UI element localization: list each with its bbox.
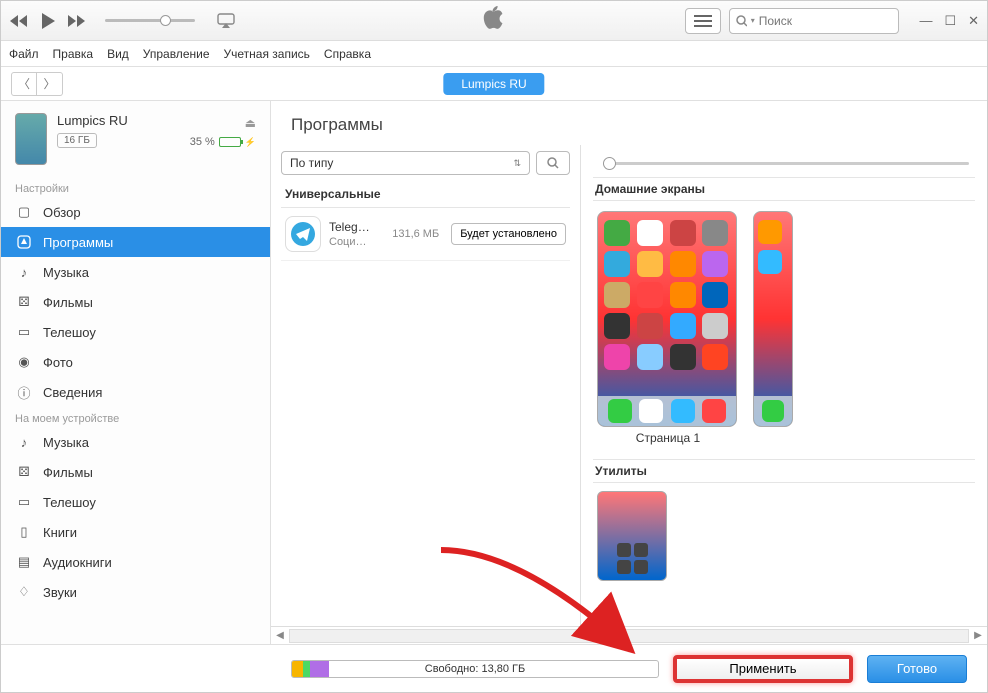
- airplay-icon[interactable]: [215, 10, 237, 32]
- apps-column: По типу ⇅ Универсальные Teleg… Соци… 131…: [271, 145, 581, 626]
- home-screens-header: Домашние экраны: [593, 177, 975, 201]
- film-icon: ⚄: [15, 463, 33, 481]
- menu-account[interactable]: Учетная запись: [224, 47, 310, 61]
- battery-icon: [219, 137, 241, 147]
- close-button[interactable]: ✕: [968, 13, 979, 29]
- footer: Свободно: 13,80 ГБ Применить Готово: [1, 644, 987, 692]
- search-icon: [736, 15, 746, 27]
- audiobook-icon: ▤: [15, 553, 33, 571]
- sidebar-item-movies[interactable]: ⚄Фильмы: [1, 287, 270, 317]
- updown-icon: ⇅: [513, 158, 521, 169]
- done-button[interactable]: Готово: [867, 655, 967, 683]
- music-icon: ♪: [15, 263, 33, 281]
- device-icon: ▢: [15, 203, 33, 221]
- play-button[interactable]: [39, 11, 57, 31]
- music-icon: ♪: [15, 433, 33, 451]
- sidebar-item-info[interactable]: ⓘСведения: [1, 377, 270, 407]
- app-size: 131,6 МБ: [392, 228, 439, 240]
- sidebar-section-settings: Настройки: [1, 177, 270, 197]
- sidebar-item-device-music[interactable]: ♪Музыка: [1, 427, 270, 457]
- menu-file[interactable]: Файл: [9, 47, 39, 61]
- view-list-button[interactable]: [685, 8, 721, 34]
- sidebar: Lumpics RU ⏏ 16 ГБ 35 % ⚡ Настройки ▢Обз…: [1, 101, 271, 644]
- device-name: Lumpics RU: [57, 113, 128, 128]
- sidebar-item-device-sounds[interactable]: ♢Звуки: [1, 577, 270, 607]
- page-label: Страница 1: [597, 427, 739, 445]
- scroll-right-icon[interactable]: ▶: [969, 630, 987, 641]
- utilities-header: Утилиты: [593, 459, 975, 483]
- tv-icon: ▭: [15, 323, 33, 341]
- screens-column: Домашние экраны: [581, 145, 987, 626]
- app-category: Соци…: [329, 236, 367, 248]
- previous-track-button[interactable]: [9, 13, 29, 29]
- storage-free-label: Свободно: 13,80 ГБ: [425, 661, 525, 677]
- sidebar-section-ondevice: На моем устройстве: [1, 407, 270, 427]
- home-screen-page-2[interactable]: [753, 211, 801, 445]
- minimize-button[interactable]: ―: [919, 13, 932, 29]
- info-icon: ⓘ: [15, 383, 33, 401]
- book-icon: ▯: [15, 523, 33, 541]
- app-name: Teleg…: [329, 220, 384, 234]
- apply-button[interactable]: Применить: [673, 655, 853, 683]
- sidebar-item-device-movies[interactable]: ⚄Фильмы: [1, 457, 270, 487]
- sidebar-item-photos[interactable]: ◉Фото: [1, 347, 270, 377]
- device-header: Lumpics RU ⏏ 16 ГБ 35 % ⚡: [1, 101, 270, 177]
- device-pill[interactable]: Lumpics RU: [443, 73, 544, 95]
- volume-slider[interactable]: [105, 19, 195, 22]
- device-thumbnail: [15, 113, 47, 165]
- chevron-down-icon: ▾: [751, 16, 755, 25]
- utilities-folder[interactable]: [597, 491, 667, 581]
- sidebar-item-device-tvshows[interactable]: ▭Телешоу: [1, 487, 270, 517]
- maximize-button[interactable]: ☐: [944, 13, 956, 29]
- next-track-button[interactable]: [67, 13, 87, 29]
- app-row-telegram[interactable]: Teleg… Соци… 131,6 МБ Будет установлено: [281, 208, 570, 261]
- sidebar-item-tvshows[interactable]: ▭Телешоу: [1, 317, 270, 347]
- search-icon: [547, 157, 559, 169]
- home-screen-page-1[interactable]: Страница 1: [597, 211, 739, 445]
- search-input[interactable]: ▾: [729, 8, 899, 34]
- app-install-button[interactable]: Будет установлено: [451, 223, 566, 245]
- menu-bar: Файл Правка Вид Управление Учетная запис…: [1, 41, 987, 67]
- apps-section-universal: Универсальные: [281, 181, 570, 208]
- camera-icon: ◉: [15, 353, 33, 371]
- navigation-bar: 〈 〉 Lumpics RU: [1, 67, 987, 101]
- titlebar: ▾ ― ☐ ✕: [1, 1, 987, 41]
- sidebar-item-apps[interactable]: Программы: [1, 227, 270, 257]
- menu-help[interactable]: Справка: [324, 47, 371, 61]
- menu-edit[interactable]: Правка: [53, 47, 94, 61]
- sidebar-item-device-books[interactable]: ▯Книги: [1, 517, 270, 547]
- device-capacity: 16 ГБ: [57, 133, 97, 148]
- playback-controls: [9, 10, 237, 32]
- storage-bar: Свободно: 13,80 ГБ: [291, 660, 659, 678]
- zoom-slider[interactable]: [593, 153, 975, 173]
- filter-select[interactable]: По типу ⇅: [281, 151, 530, 175]
- main-panel: Программы По типу ⇅ Универсальные: [271, 101, 987, 644]
- telegram-icon: [285, 216, 321, 252]
- bell-icon: ♢: [15, 583, 33, 601]
- page-title: Программы: [271, 101, 987, 145]
- apps-icon: [15, 233, 33, 251]
- nav-back-button[interactable]: 〈: [11, 72, 37, 96]
- apps-search-button[interactable]: [536, 151, 570, 175]
- sidebar-item-device-audiobooks[interactable]: ▤Аудиокниги: [1, 547, 270, 577]
- horizontal-scrollbar[interactable]: ◀ ▶: [271, 626, 987, 644]
- eject-icon[interactable]: ⏏: [245, 116, 256, 130]
- tv-icon: ▭: [15, 493, 33, 511]
- battery-indicator: 35 % ⚡: [190, 136, 256, 148]
- menu-view[interactable]: Вид: [107, 47, 129, 61]
- scroll-left-icon[interactable]: ◀: [271, 630, 289, 641]
- film-icon: ⚄: [15, 293, 33, 311]
- apple-logo-icon: [483, 6, 505, 35]
- itunes-window: ▾ ― ☐ ✕ Файл Правка Вид Управление Учетн…: [0, 0, 988, 693]
- nav-forward-button[interactable]: 〉: [37, 72, 63, 96]
- sidebar-item-music[interactable]: ♪Музыка: [1, 257, 270, 287]
- sidebar-item-overview[interactable]: ▢Обзор: [1, 197, 270, 227]
- menu-controls[interactable]: Управление: [143, 47, 210, 61]
